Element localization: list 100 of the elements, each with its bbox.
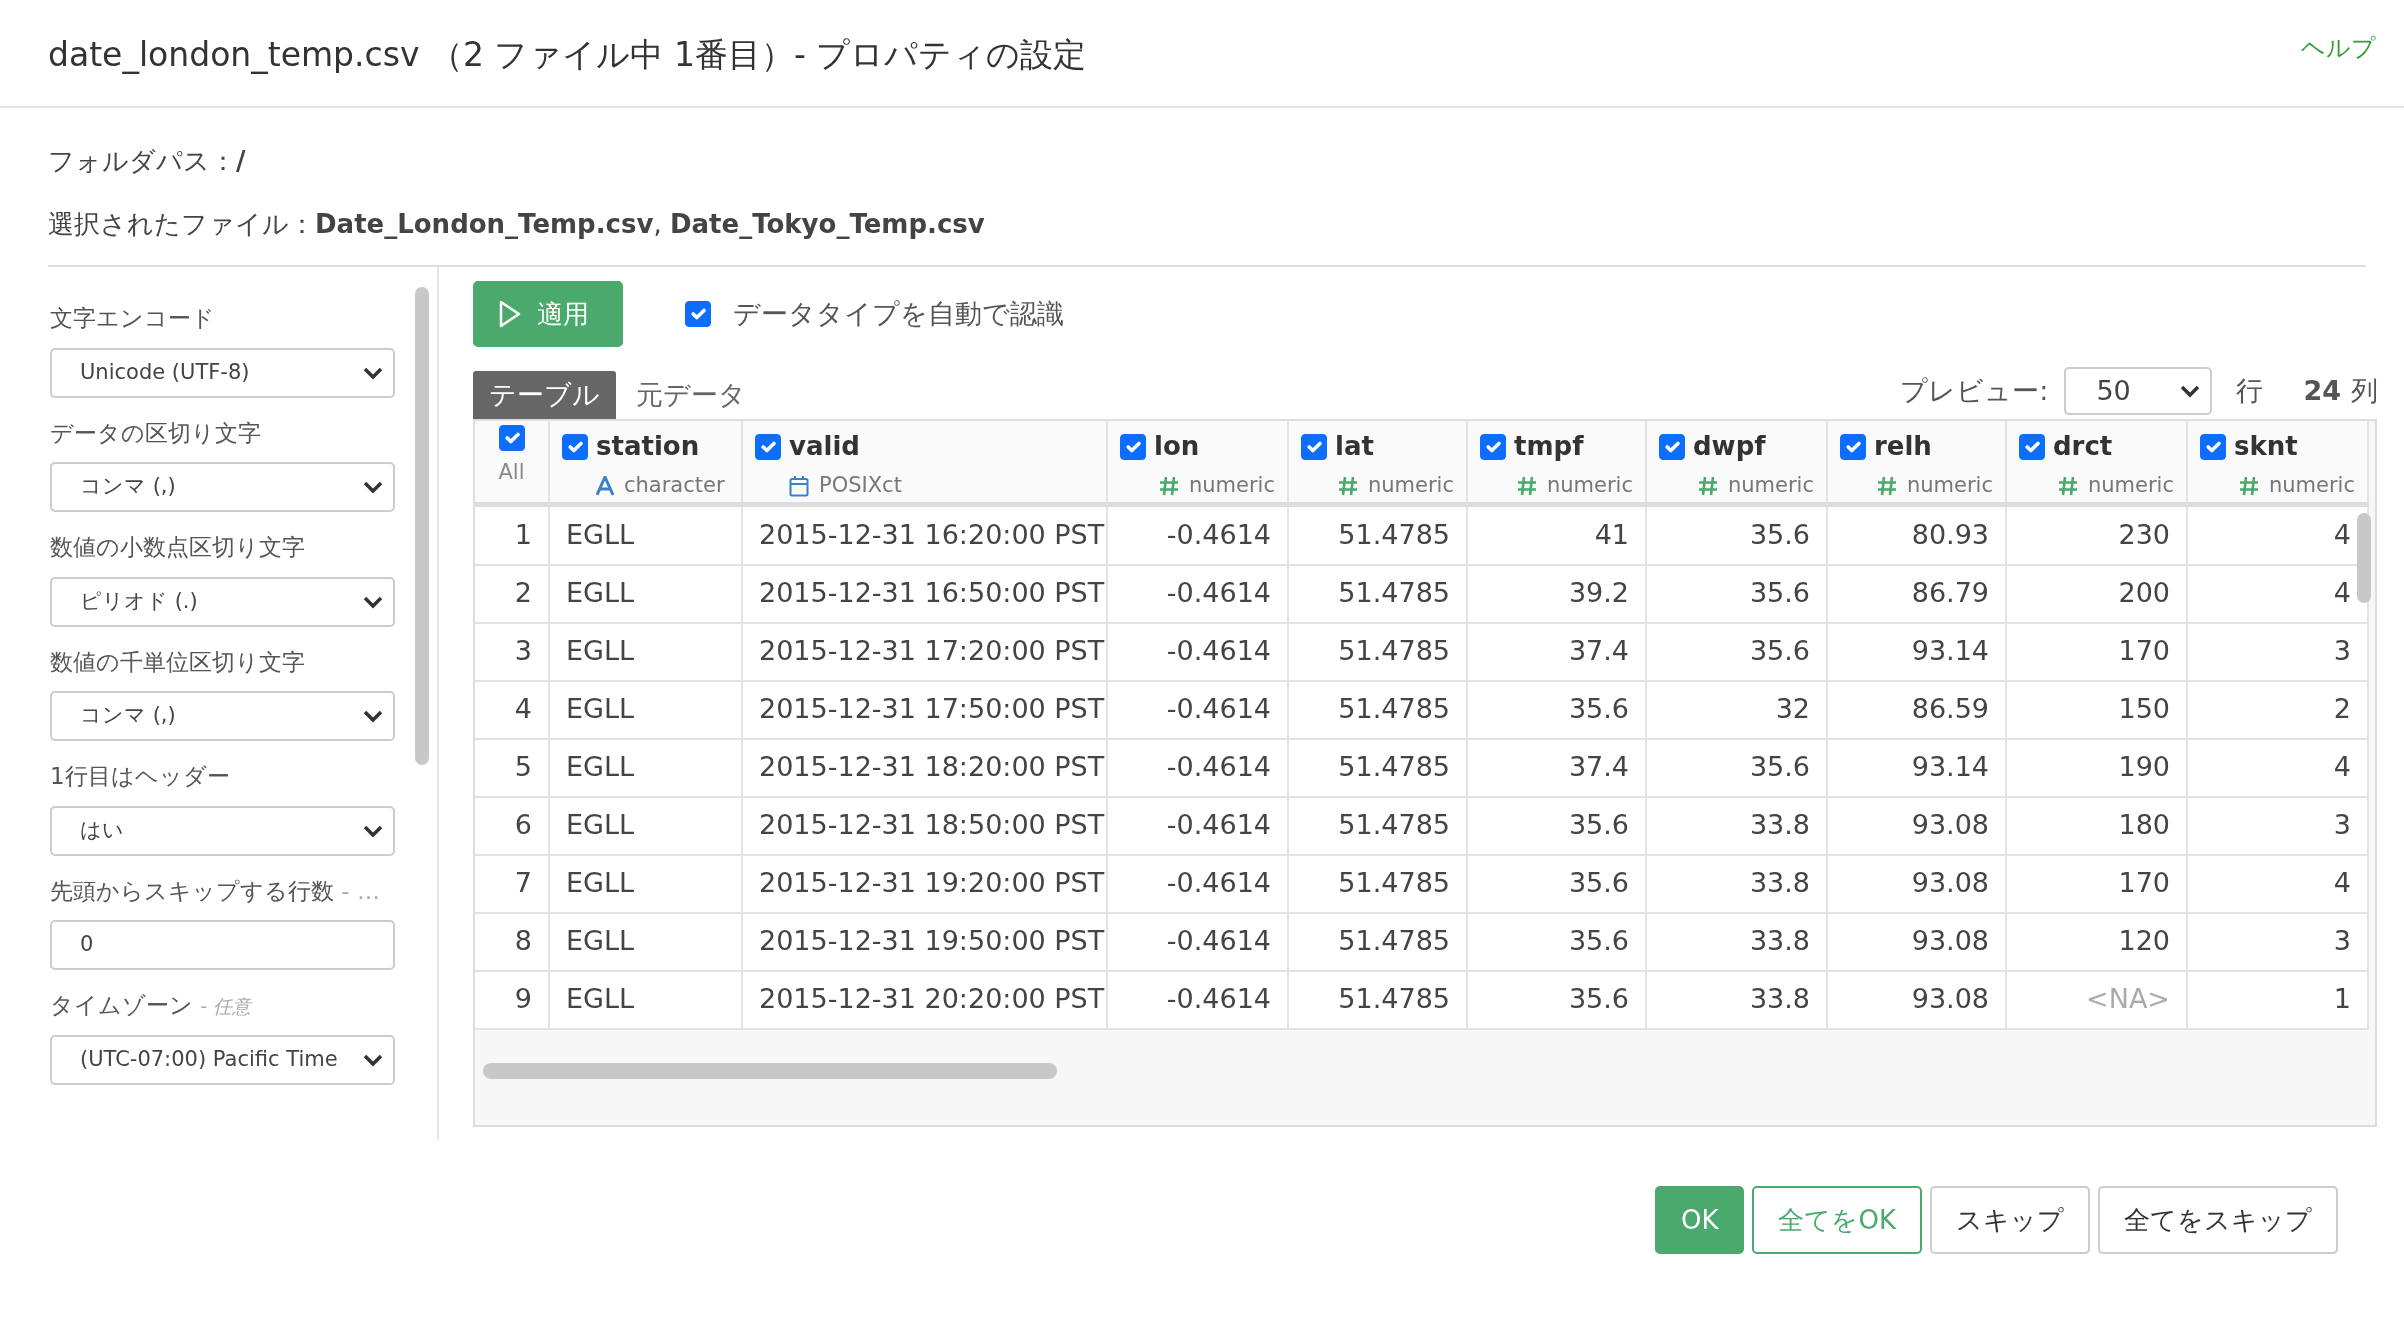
table-cell: 51.4785 [1288, 854, 1467, 913]
table-cell: <NA> [2006, 970, 2187, 1029]
table-cell: 2015-12-31 17:50:00 PST [742, 680, 1107, 739]
column-name: tmpf [1514, 430, 1584, 463]
table-cell: 2 [475, 564, 549, 623]
columns-label: 列 [2351, 373, 2378, 408]
table-cell: 86.59 [1827, 680, 2006, 739]
column-name: station [596, 430, 700, 463]
column-type: numeric [1368, 472, 1454, 499]
scrollbar[interactable] [483, 1062, 1057, 1079]
table-cell: 35.6 [1646, 738, 1827, 797]
table-cell: 230 [2006, 506, 2187, 565]
table-cell: 180 [2006, 796, 2187, 855]
column-type: numeric [1547, 472, 1633, 499]
column-name: lat [1335, 430, 1374, 463]
table-cell: 35.6 [1467, 912, 1646, 971]
hash-icon [2239, 475, 2259, 496]
table-cell: 32 [1646, 680, 1827, 739]
select-all-checkbox[interactable] [498, 425, 525, 451]
table-cell: 4 [2187, 854, 2368, 913]
table-cell: 35.6 [1646, 622, 1827, 681]
rows-label: 行 [2236, 373, 2264, 408]
column-checkbox[interactable] [1480, 433, 1506, 460]
table-cell: 51.4785 [1288, 970, 1467, 1029]
table-cell: 41 [1467, 506, 1646, 565]
select-field[interactable]: (UTC-07:00) Pacific Time [50, 1034, 395, 1085]
column-name: valid [789, 430, 860, 463]
chevron-down-icon [363, 594, 383, 609]
table-cell: 51.4785 [1288, 796, 1467, 855]
setting-label: 1行目はヘッダー [50, 763, 230, 789]
table-cell: EGLL [549, 622, 742, 681]
table-cell: 35.6 [1646, 564, 1827, 623]
select-field[interactable]: コンマ (,) [50, 462, 395, 512]
select-field[interactable]: はい [50, 805, 395, 856]
table-cell: 35.6 [1467, 680, 1646, 739]
table-cell: 93.08 [1827, 970, 2006, 1029]
tab[interactable]: 元データ [620, 370, 762, 419]
column-type: numeric [2269, 472, 2355, 499]
preview-select[interactable]: 50 [2064, 367, 2213, 415]
table-cell: -0.4614 [1107, 970, 1288, 1029]
dialog-button[interactable]: スキップ [1930, 1186, 2090, 1254]
column-checkbox[interactable] [1301, 433, 1327, 460]
column-name: drct [2053, 430, 2113, 463]
table-cell: 35.6 [1467, 854, 1646, 913]
table-cell: 51.4785 [1288, 622, 1467, 681]
table-cell: 2015-12-31 19:20:00 PST [742, 854, 1107, 913]
column-type: numeric [1728, 472, 1814, 499]
table-cell: -0.4614 [1107, 854, 1288, 913]
column-checkbox[interactable] [562, 433, 588, 460]
table-cell: 37.4 [1467, 738, 1646, 797]
table-cell: -0.4614 [1107, 506, 1288, 565]
table-cell: 51.4785 [1288, 680, 1467, 739]
scrollbar[interactable] [415, 287, 429, 765]
select-field[interactable]: ピリオド (.) [50, 576, 395, 627]
chevron-down-icon [363, 480, 383, 494]
help-link[interactable]: ヘルプ [2301, 30, 2376, 66]
column-checkbox[interactable] [2019, 433, 2045, 460]
column-name: dwpf [1693, 430, 1766, 463]
table-cell: 2015-12-31 20:20:00 PST [742, 970, 1107, 1029]
table-cell: 2 [2187, 680, 2368, 739]
column-checkbox[interactable] [1659, 433, 1685, 460]
column-checkbox[interactable] [755, 433, 781, 460]
table-cell: 93.14 [1827, 622, 2006, 681]
setting-label: 文字エンコード [50, 305, 215, 331]
hash-icon [1517, 475, 1537, 496]
table-cell: 2015-12-31 16:20:00 PST [742, 506, 1107, 565]
dialog-title: date_london_temp.csv （2 ファイル中 1番目）- プロパティの設定 [48, 34, 1087, 76]
all-label: All [497, 459, 526, 486]
table-cell: EGLL [549, 738, 742, 797]
select-field[interactable]: コンマ (,) [50, 691, 395, 741]
table-cell: 33.8 [1646, 796, 1827, 855]
setting-note: - … [341, 877, 380, 904]
setting-note: - 任意 [200, 995, 252, 1017]
column-type: character [624, 472, 725, 499]
table-cell: EGLL [549, 506, 742, 565]
table-cell: 33.8 [1646, 912, 1827, 971]
column-checkbox[interactable] [1840, 433, 1866, 460]
table-cell: 170 [2006, 854, 2187, 913]
table-cell: -0.4614 [1107, 912, 1288, 971]
column-checkbox[interactable] [1120, 433, 1146, 460]
input-field[interactable]: 0 [50, 920, 395, 970]
select-field[interactable]: Unicode (UTF-8) [50, 347, 395, 398]
column-checkbox[interactable] [2200, 433, 2226, 460]
table-cell: EGLL [549, 854, 742, 913]
table-cell: 93.08 [1827, 796, 2006, 855]
dialog-button[interactable]: 全てをスキップ [2098, 1186, 2338, 1254]
table-cell: 51.4785 [1288, 506, 1467, 565]
table-cell: 33.8 [1646, 970, 1827, 1029]
setting-label: 先頭からスキップする行数 [50, 877, 334, 904]
column-name: relh [1874, 430, 1932, 463]
table-cell: 4 [475, 680, 549, 739]
hash-icon [1338, 475, 1358, 496]
scrollbar[interactable] [2357, 512, 2371, 603]
folder-path-text: フォルダパス：/ [48, 145, 247, 178]
tab[interactable]: テーブル [473, 370, 616, 419]
table-cell: 2015-12-31 18:50:00 PST [742, 796, 1107, 855]
table-cell: 51.4785 [1288, 912, 1467, 971]
checkbox[interactable] [685, 301, 711, 327]
table-cell: 93.08 [1827, 854, 2006, 913]
play-icon [499, 300, 521, 328]
